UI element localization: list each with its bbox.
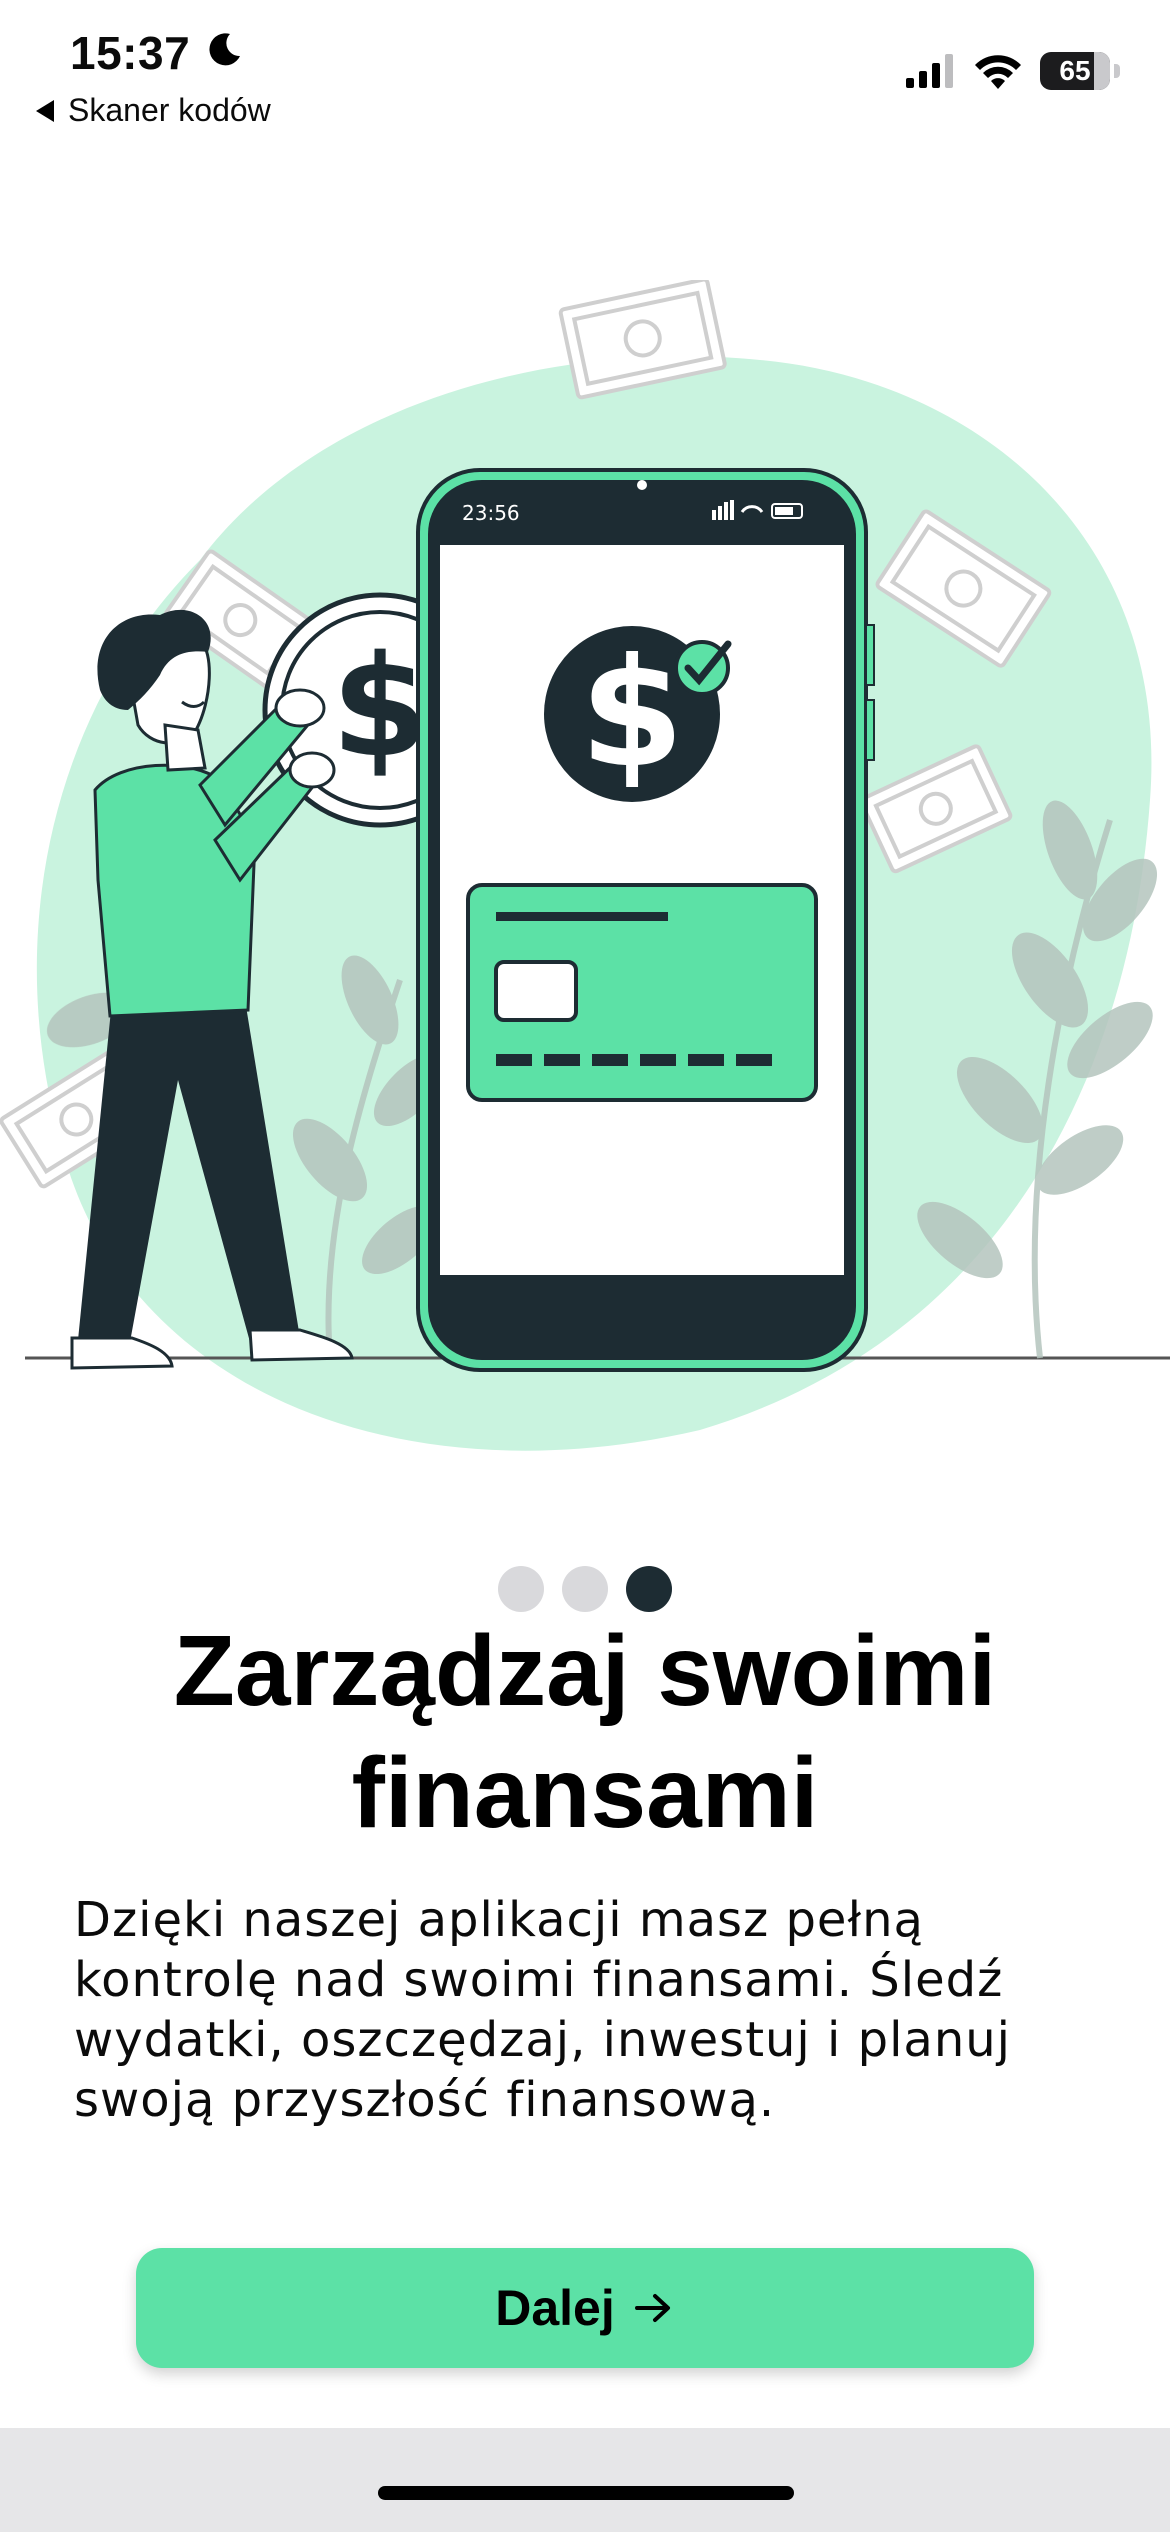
home-indicator[interactable] [378,2486,794,2500]
status-bar: 15:37 Skaner kodów 65 [0,0,1170,140]
wifi-icon [975,55,1021,89]
arrow-right-icon [634,2294,670,2322]
check-badge-icon [674,640,732,696]
moon-icon [209,33,240,66]
svg-text:$: $ [580,627,684,801]
svg-text:$: $ [331,626,428,789]
credit-card-icon [466,883,818,1102]
onboarding-illustration: $ 23:56 $ [0,280,1170,1451]
phone-illustration: 23:56 $ [416,468,875,1372]
home-indicator-area [0,2428,1170,2532]
battery-tip [1114,64,1120,78]
battery-level: 65 [1059,55,1091,86]
phone-time: 23:56 [462,501,520,525]
next-button[interactable]: Dalej [136,2248,1034,2368]
battery-icon: 65 [1040,52,1110,90]
back-to-app-link[interactable]: Skaner kodów [36,92,271,129]
page-dot-2[interactable] [562,1566,608,1612]
status-time: 15:37 [70,27,191,79]
back-app-label: Skaner kodów [68,92,271,128]
page-indicator [0,1566,1170,1612]
back-arrow-icon [36,99,54,122]
onboarding-title: Zarządzaj swoimi finansami [173,1615,997,1849]
system-indicators: 65 [906,52,1120,90]
page-dot-3-active[interactable] [626,1566,672,1612]
cellular-signal-icon [906,54,953,88]
onboarding-description: Dzięki naszej aplikacji masz pełną kontr… [74,1892,1012,2128]
next-button-label: Dalej [495,2280,615,2336]
page-dot-1[interactable] [498,1566,544,1612]
